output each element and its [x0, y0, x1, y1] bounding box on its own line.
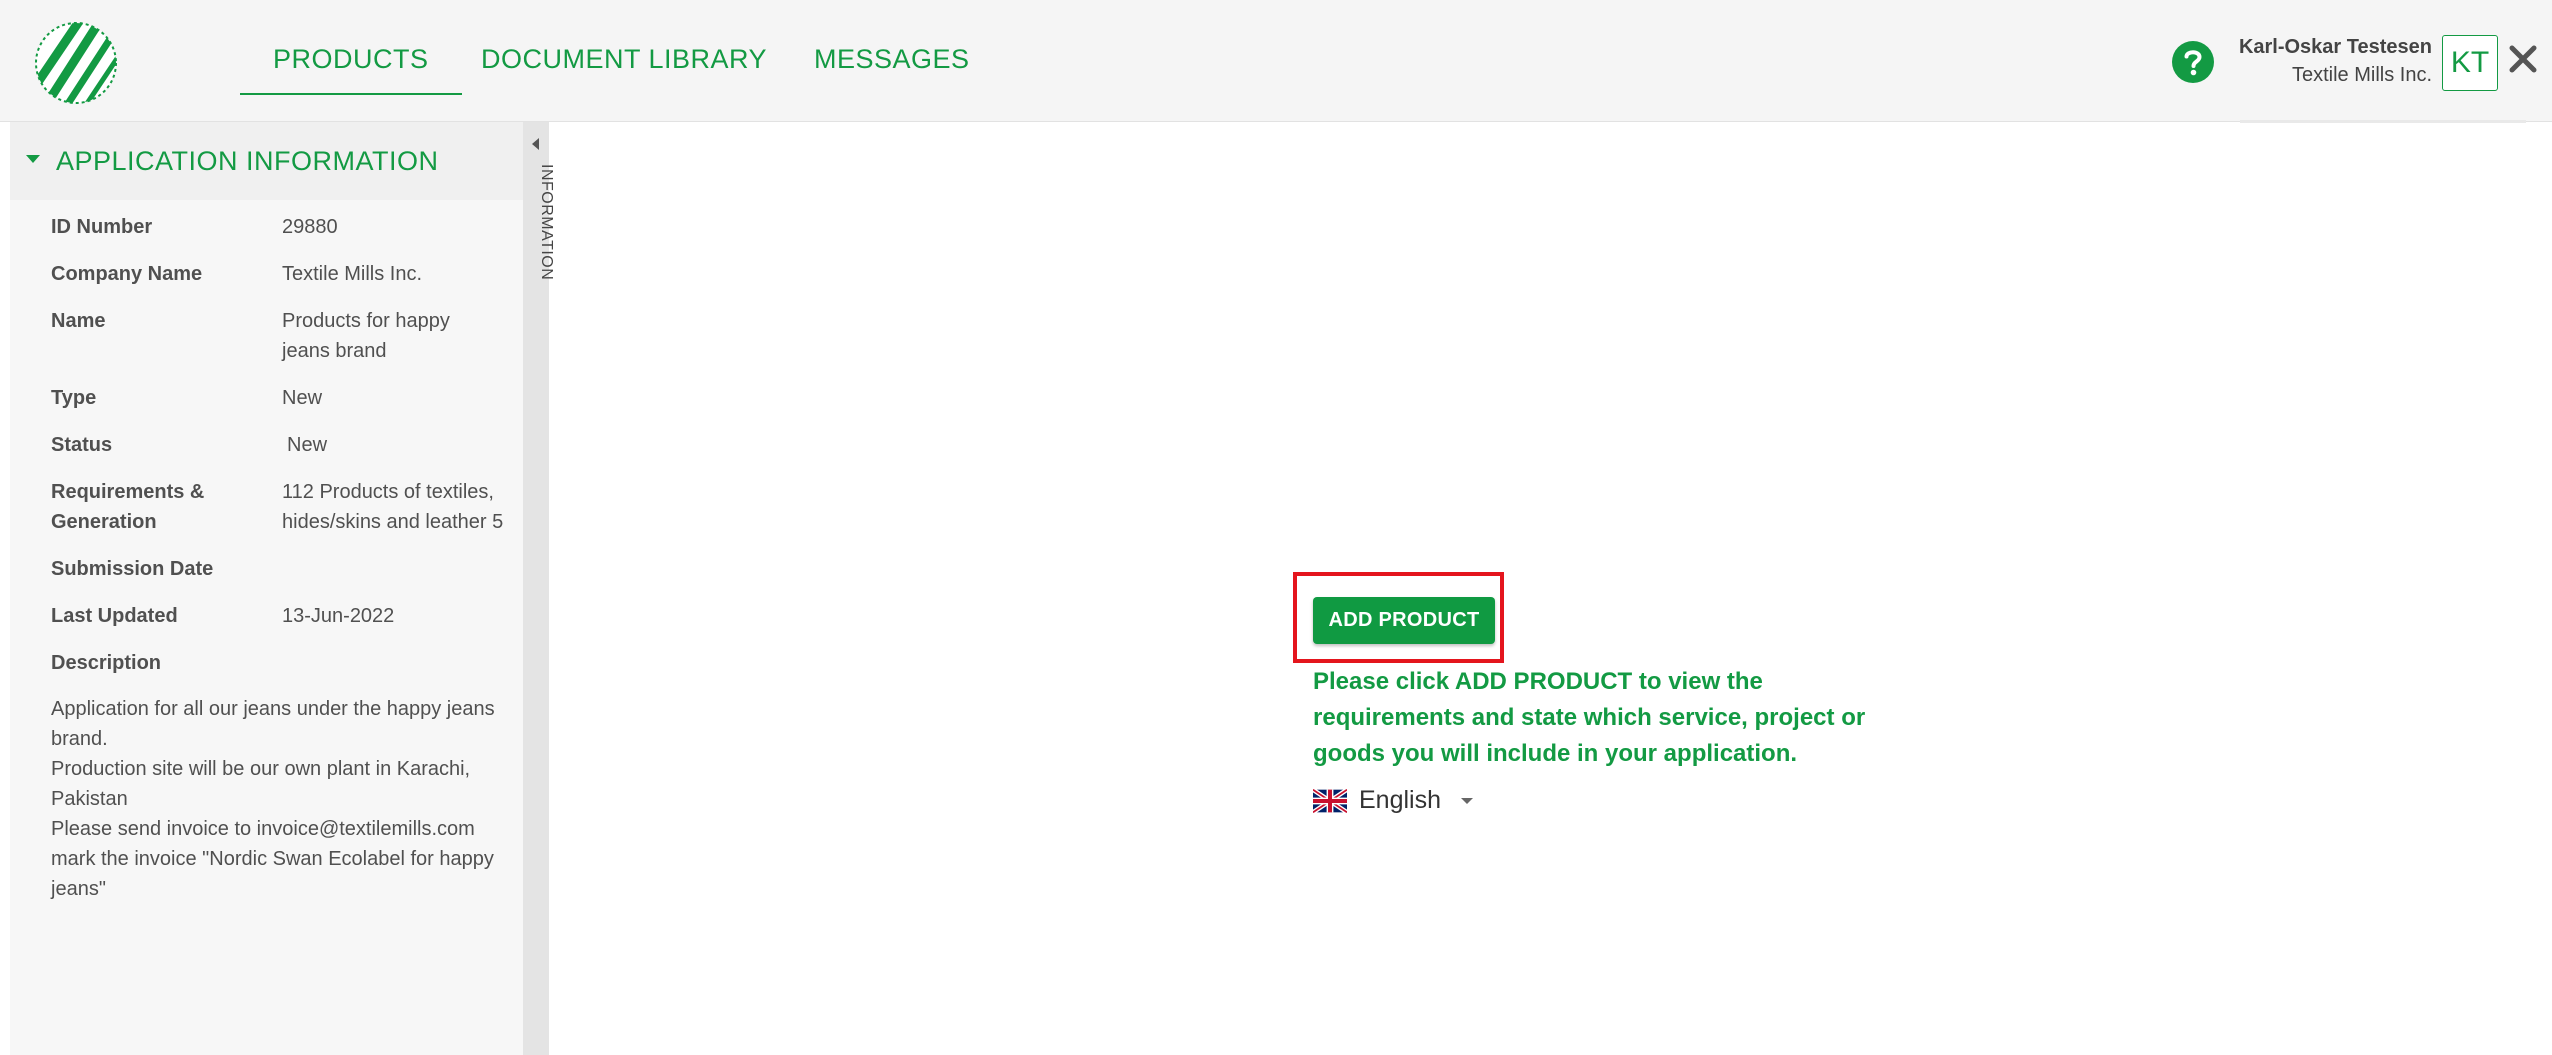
name-value: Products for happy jeans brand [282, 310, 450, 362]
tab-document-library[interactable]: DOCUMENT LIBRARY [481, 44, 767, 75]
company-name-label: Company Name [51, 263, 203, 285]
status-value: New [287, 434, 328, 456]
requirements-label: Requirements & Generation [51, 481, 205, 533]
application-info-header[interactable]: APPLICATION INFORMATION [10, 122, 523, 200]
user-name: Karl-Oskar Testesen [2238, 36, 2432, 58]
user-company: Textile Mills Inc. [2291, 64, 2432, 86]
description-line: Production site will be our own plant in… [51, 758, 476, 810]
last-updated-label: Last Updated [51, 605, 178, 627]
caret-down-icon [26, 155, 40, 163]
description-line: Please send invoice to invoice@textilemi… [51, 818, 500, 900]
type-label: Type [51, 387, 97, 409]
status-label: Status [51, 434, 113, 456]
tab-products[interactable]: PRODUCTS [240, 44, 462, 95]
swan-logo-icon[interactable] [34, 21, 118, 105]
avatar[interactable]: KT [2442, 35, 2498, 91]
tab-messages[interactable]: MESSAGES [814, 44, 970, 75]
last-updated-value: 13-Jun-2022 [282, 605, 395, 627]
rail-label: INFORMATION [538, 164, 555, 281]
id-number-value: 29880 [282, 216, 338, 238]
menu-shadow [2240, 120, 2526, 123]
close-icon[interactable] [2508, 44, 2538, 74]
description-label: Description [51, 652, 162, 674]
type-value: New [282, 387, 323, 409]
instruction-text: Please click ADD PRODUCT to view the req… [1313, 668, 1866, 767]
language-label: English [1359, 786, 1441, 814]
uk-flag-icon [1313, 788, 1347, 813]
top-bar: PRODUCTS DOCUMENT LIBRARY MESSAGES Karl-… [0, 0, 2552, 122]
name-label: Name [51, 310, 106, 332]
description-line: Application for all our jeans under the … [51, 698, 501, 750]
requirements-value: 112 Products of textiles, hides/skins an… [282, 481, 504, 533]
application-info-title: APPLICATION INFORMATION [56, 146, 439, 176]
info-collapse-rail[interactable]: INFORMATION [523, 122, 555, 1055]
description-text: Application for all our jeans under the … [51, 694, 521, 904]
add-product-button[interactable]: ADD PRODUCT [1313, 597, 1495, 644]
collapse-arrow-icon[interactable] [532, 138, 539, 150]
company-name-value: Textile Mills Inc. [282, 263, 423, 285]
id-number-label: ID Number [51, 216, 153, 238]
chevron-down-icon [1461, 797, 1473, 804]
help-icon[interactable] [2171, 40, 2215, 84]
application-info-panel: APPLICATION INFORMATION ID Number 29880 … [10, 122, 523, 1055]
language-selector[interactable]: English [1313, 786, 1473, 815]
submission-date-label: Submission Date [51, 558, 214, 580]
